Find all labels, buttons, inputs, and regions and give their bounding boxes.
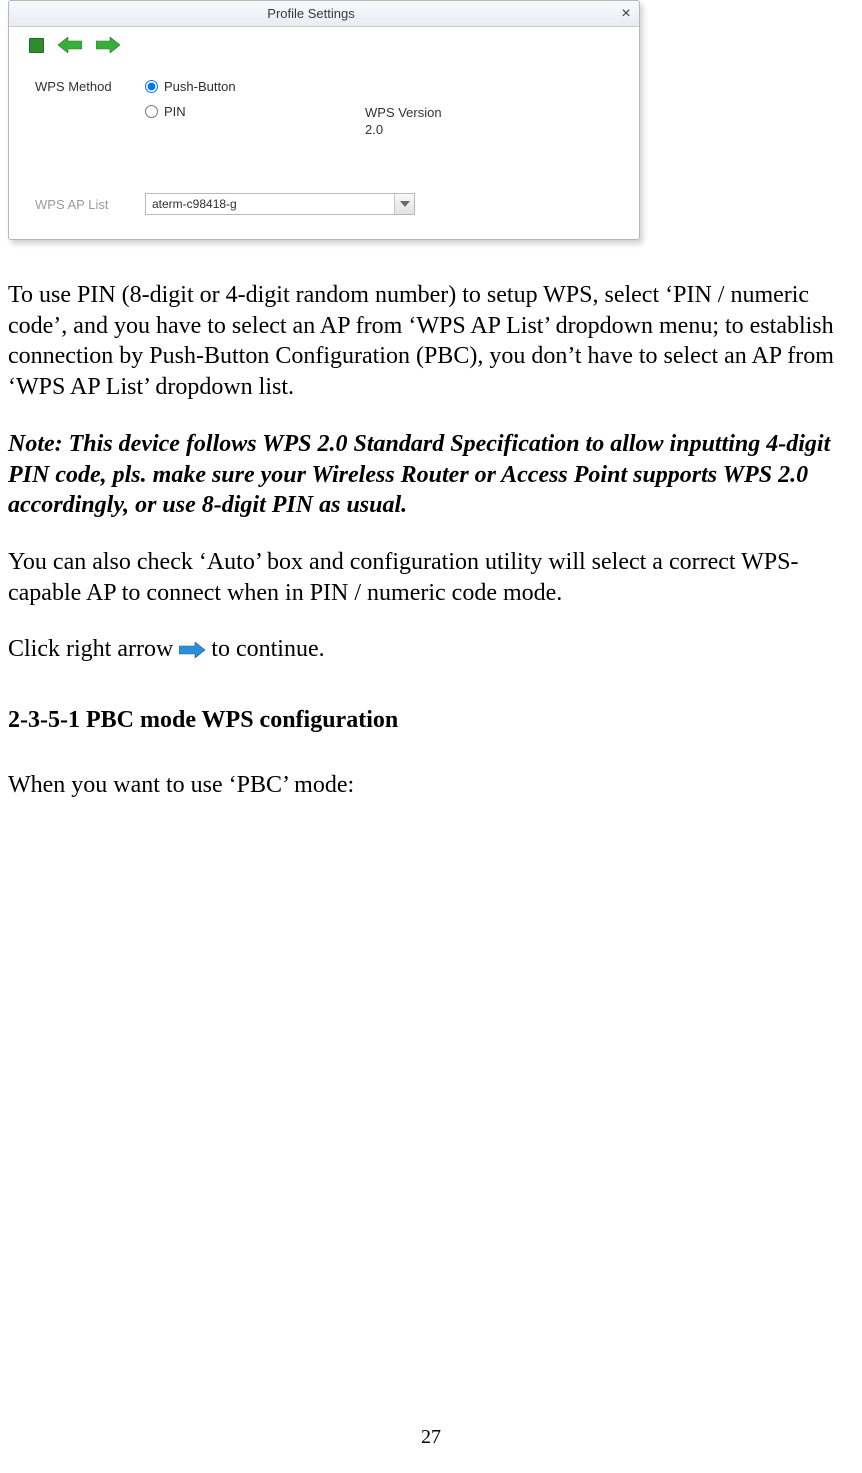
document-body: To use PIN (8-digit or 4-digit random nu…: [8, 280, 854, 801]
stop-icon[interactable]: [29, 38, 44, 53]
window-title: Profile Settings: [9, 6, 613, 21]
forward-arrow-icon[interactable]: [96, 35, 120, 55]
dialog-body: WPS Method Push-Button PIN: [9, 61, 639, 239]
radio-pin[interactable]: [145, 105, 158, 118]
profile-settings-dialog: Profile Settings × WPS Method: [8, 0, 640, 240]
radio-pin-label: PIN: [164, 104, 186, 119]
wps-ap-list-label: WPS AP List: [35, 197, 145, 212]
wps-method-area: WPS Method Push-Button PIN: [35, 79, 621, 137]
radio-push-button[interactable]: [145, 80, 158, 93]
close-icon[interactable]: ×: [613, 6, 639, 22]
note-wps-2: Note: This device follows WPS 2.0 Standa…: [8, 429, 854, 521]
wps-ap-list-value: aterm-c98418-g: [146, 194, 394, 214]
click-right-arrow-prefix: Click right arrow: [8, 634, 173, 665]
wps-ap-list-dropdown[interactable]: aterm-c98418-g: [145, 193, 415, 215]
wps-version-label: WPS Version: [365, 105, 621, 120]
right-arrow-icon: [179, 639, 205, 661]
paragraph-pbc-mode: When you want to use ‘PBC’ mode:: [8, 770, 854, 801]
wps-method-pin[interactable]: PIN: [145, 104, 365, 119]
wps-version-value: 2.0: [365, 122, 621, 137]
section-heading-2-3-5-1: 2-3-5-1 PBC mode WPS configuration: [8, 705, 854, 736]
back-arrow-icon[interactable]: [58, 35, 82, 55]
radio-push-button-label: Push-Button: [164, 79, 236, 94]
wps-method-push-button[interactable]: Push-Button: [145, 79, 365, 94]
paragraph-pin-instructions: To use PIN (8-digit or 4-digit random nu…: [8, 280, 854, 403]
click-right-arrow-suffix: to continue.: [211, 634, 324, 665]
paragraph-auto-box: You can also check ‘Auto’ box and config…: [8, 547, 854, 608]
wps-method-label: WPS Method: [35, 79, 145, 137]
click-right-arrow-line: Click right arrow to continue.: [8, 634, 854, 665]
titlebar: Profile Settings ×: [9, 1, 639, 27]
dialog-toolbar: [9, 27, 639, 61]
chevron-down-icon[interactable]: [394, 194, 414, 214]
wps-ap-list-row: WPS AP List aterm-c98418-g: [35, 193, 621, 215]
page-number: 27: [0, 1426, 862, 1449]
